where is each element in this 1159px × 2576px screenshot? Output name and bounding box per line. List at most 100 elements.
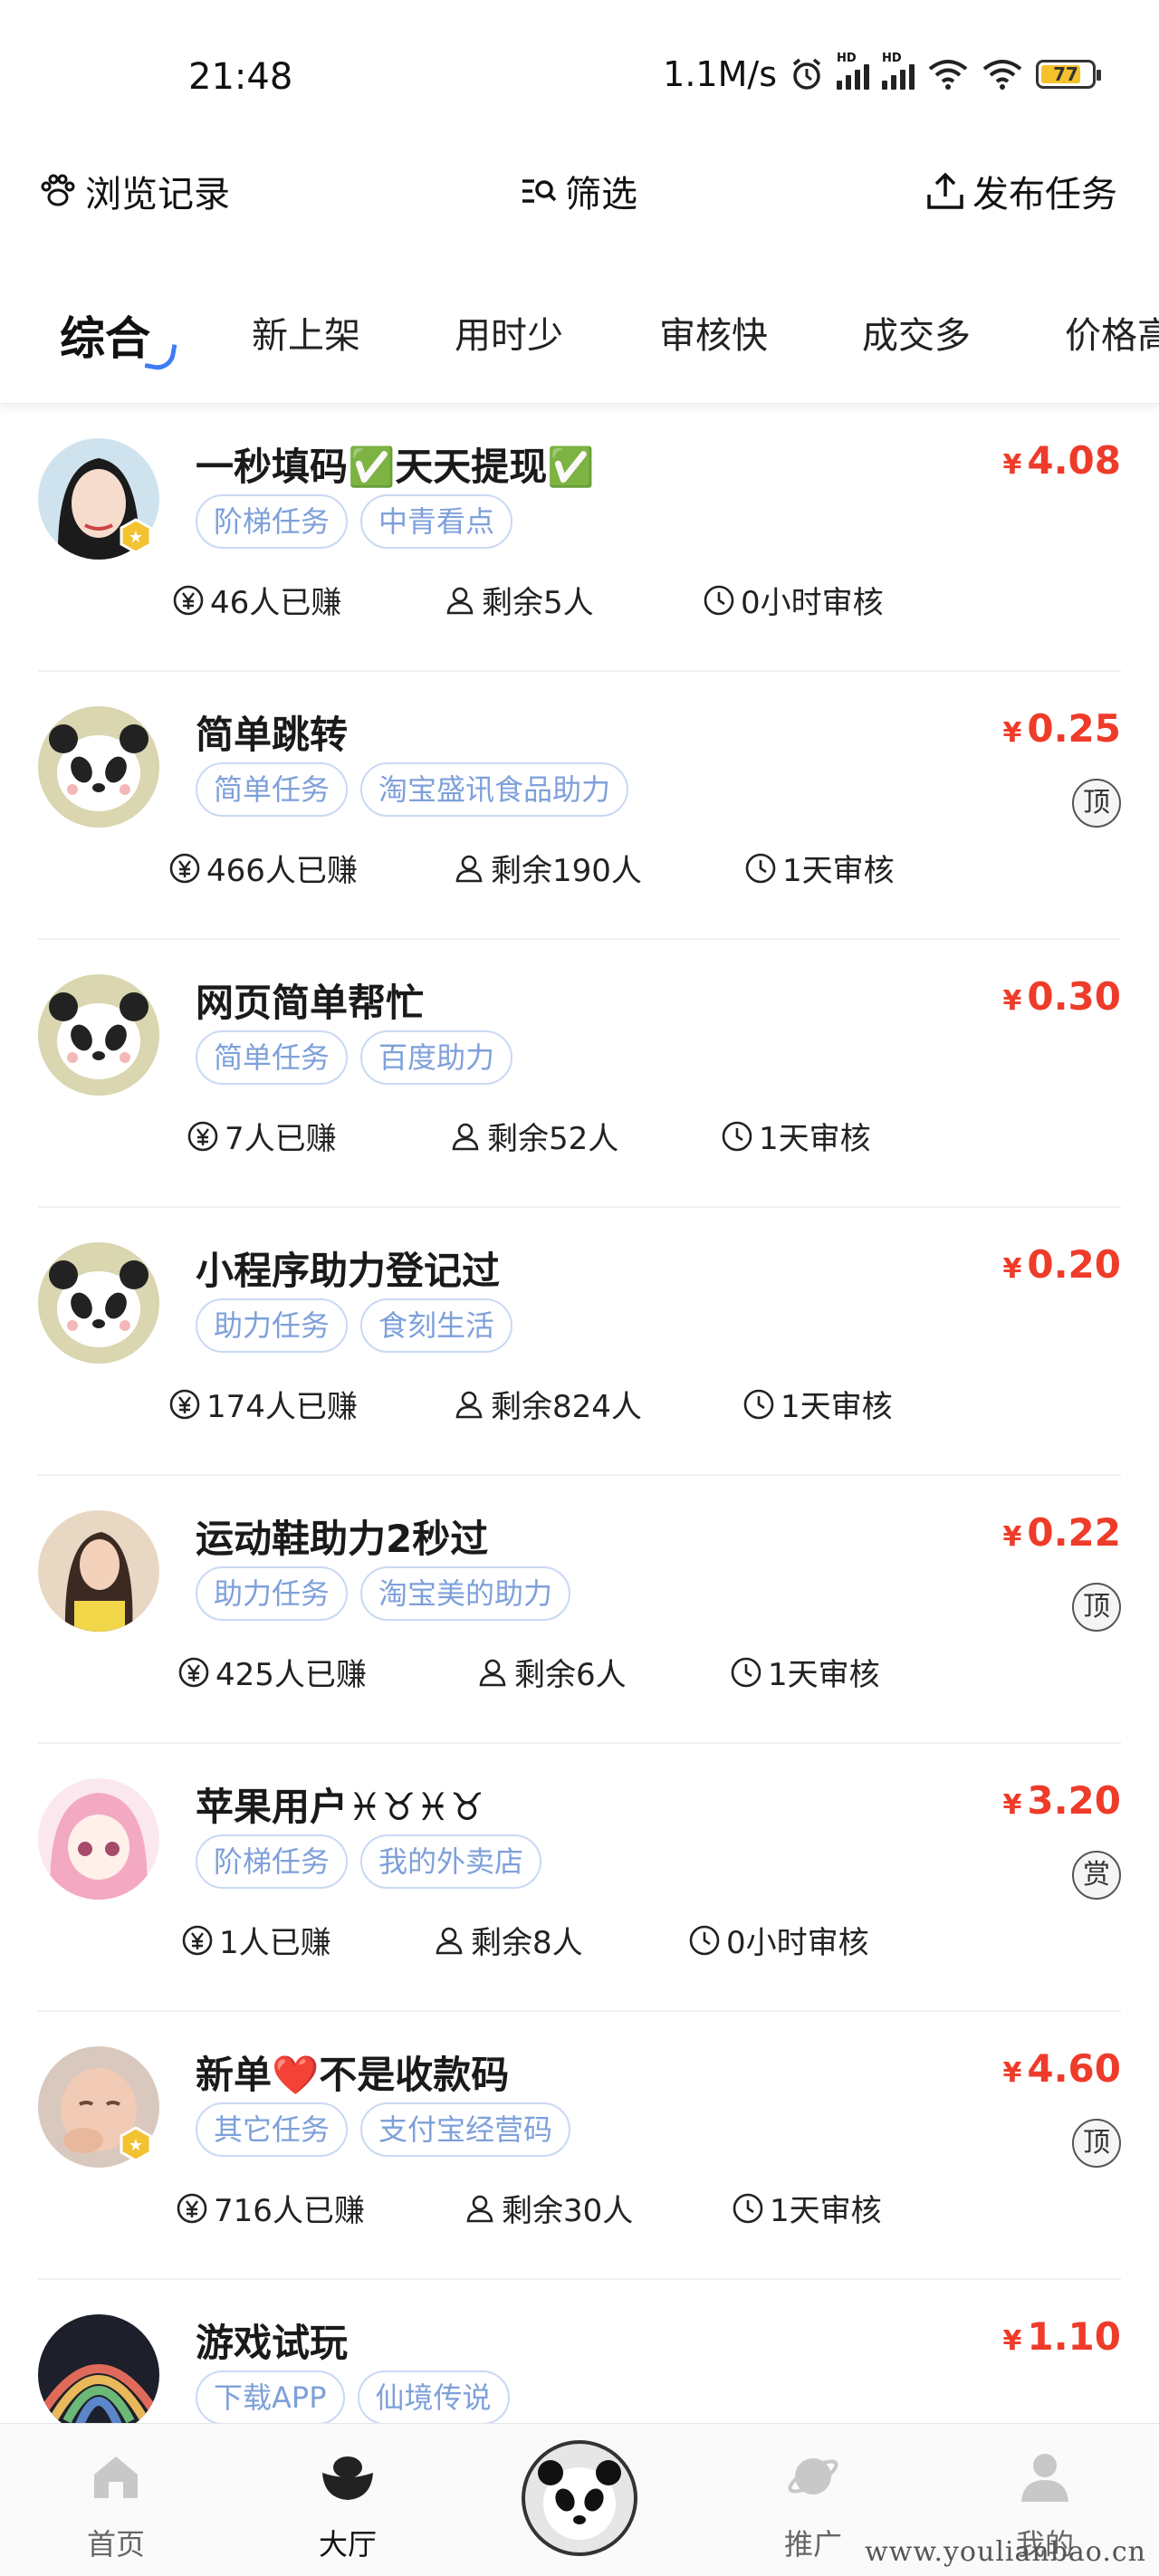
nav-center-panda-button[interactable]	[522, 2440, 637, 2556]
remaining-count: 剩余190人	[491, 853, 642, 889]
task-avatar	[38, 974, 159, 1096]
alarm-icon	[792, 58, 821, 90]
task-item[interactable]: 游戏试玩 ¥1.10 下载APP 仙境传说	[38, 2280, 1121, 2423]
tab-less-time[interactable]: 用时少	[455, 306, 563, 359]
task-item[interactable]: ★ 新单❤️不是收款码 ¥4.60 其它任务 支付宝经营码 顶 716人已赚 剩余30人 1天审…	[38, 2012, 1121, 2280]
remaining-stat: 剩余6人	[476, 1650, 627, 1694]
task-tags: 助力任务 淘宝美的助力	[196, 1566, 571, 1621]
review-stat: 1天审核	[732, 2186, 882, 2230]
task-tags: 阶梯任务 中青看点	[196, 494, 513, 549]
review-time: 1天审核	[782, 853, 895, 889]
sort-tabs: 综合 新上架 用时少 审核快 成交多 价格高	[0, 290, 1159, 404]
yuan-symbol: ¥	[1002, 2325, 1022, 2357]
task-tag: 我的外卖店	[360, 1834, 542, 1889]
task-tags: 下载APP 仙境传说	[196, 2370, 510, 2423]
browse-history-button[interactable]: 浏览记录	[38, 165, 230, 217]
tab-price-high[interactable]: 价格高	[1065, 306, 1159, 359]
task-price: ¥4.08	[1002, 438, 1121, 483]
task-tag: 中青看点	[360, 494, 513, 549]
remaining-stat: 剩余5人	[444, 578, 594, 622]
task-tag: 下载APP	[196, 2370, 345, 2423]
task-title: 新单❤️不是收款码	[196, 2053, 510, 2097]
earned-stat: 716人已赚	[176, 2186, 365, 2230]
upload-icon	[927, 172, 963, 209]
earned-stat: 7人已赚	[187, 1114, 337, 1158]
task-tag: 淘宝盛讯食品助力	[360, 762, 629, 817]
task-stats: 425人已赚 剩余6人 1天审核	[38, 1650, 1121, 1695]
remaining-count: 剩余30人	[502, 2193, 634, 2229]
earned-count: 466人已赚	[206, 853, 358, 889]
task-price-value: 3.20	[1027, 1778, 1121, 1823]
vip-badge-icon: ★	[118, 518, 154, 554]
task-price: ¥0.25	[1002, 706, 1121, 751]
tab-most-deals[interactable]: 成交多	[862, 306, 971, 359]
person-icon	[446, 587, 474, 614]
task-price: ¥0.30	[1002, 974, 1121, 1019]
yuan-symbol: ¥	[1002, 1253, 1022, 1285]
task-mark-badge: 顶	[1072, 1583, 1121, 1632]
review-time: 1天审核	[768, 1657, 880, 1693]
task-item[interactable]: 网页简单帮忙 ¥0.30 简单任务 百度助力 7人已赚 剩余52人 1天审核	[38, 940, 1121, 1208]
task-avatar	[38, 1510, 159, 1632]
task-avatar	[38, 1778, 159, 1900]
wifi-icon-2	[982, 60, 1022, 90]
task-price-value: 4.60	[1027, 2046, 1121, 2091]
status-time: 21:48	[188, 56, 293, 98]
task-stats: 7人已赚 剩余52人 1天审核	[38, 1114, 1121, 1159]
earned-stat: 466人已赚	[168, 846, 358, 890]
task-stats: 174人已赚 剩余824人 1天审核	[38, 1382, 1121, 1427]
clock-icon	[689, 1925, 720, 1955]
task-item[interactable]: 小程序助力登记过 ¥0.20 助力任务 食刻生活 174人已赚 剩余824人 1天审核	[38, 1208, 1121, 1476]
watermark-text: www.youlianbao.cn	[864, 2536, 1146, 2568]
task-item[interactable]: 简单跳转 ¥0.25 简单任务 淘宝盛讯食品助力 顶 466人已赚 剩余190人 1天审核	[38, 672, 1121, 940]
person-icon	[452, 1123, 479, 1150]
filter-button[interactable]: 筛选	[520, 165, 637, 217]
task-item[interactable]: 运动鞋助力2秒过 ¥0.22 助力任务 淘宝美的助力 顶 425人已赚 剩余6人 1天审核	[38, 1476, 1121, 1744]
planet-icon	[788, 2458, 838, 2495]
publish-task-button[interactable]: 发布任务	[925, 165, 1117, 217]
tab-comprehensive[interactable]: 综合	[60, 302, 150, 368]
task-tag: 百度助力	[360, 1030, 513, 1085]
task-tag: 助力任务	[196, 1298, 349, 1353]
task-tags: 其它任务 支付宝经营码	[196, 2102, 571, 2157]
task-price-value: 0.30	[1027, 974, 1121, 1019]
paw-icon	[41, 174, 75, 206]
tab-new[interactable]: 新上架	[252, 306, 360, 359]
tab-fast-review[interactable]: 审核快	[659, 306, 768, 359]
clock-icon	[743, 1389, 774, 1419]
task-price: ¥4.60	[1002, 2046, 1121, 2091]
review-time: 1天审核	[770, 2193, 882, 2229]
earned-stat: 174人已赚	[168, 1382, 358, 1426]
task-tag: 淘宝美的助力	[360, 1566, 571, 1621]
task-stats: 466人已赚 剩余190人 1天审核	[38, 846, 1121, 891]
remaining-count: 剩余8人	[471, 1925, 583, 1961]
yuan-symbol: ¥	[1002, 1521, 1022, 1553]
yuan-coin-icon	[173, 585, 204, 615]
task-price: ¥3.20	[1002, 1778, 1121, 1823]
svg-text:★: ★	[129, 2136, 143, 2155]
task-avatar	[38, 1242, 159, 1364]
filter-label: 筛选	[565, 174, 637, 215]
task-list: ★ 一秒填码✅天天提现✅ ¥4.08 阶梯任务 中青看点 46人已赚 剩余5人 0小时审核 简单…	[0, 404, 1159, 2423]
yuan-symbol: ¥	[1002, 717, 1022, 749]
earned-stat: 425人已赚	[177, 1650, 367, 1694]
earned-count: 425人已赚	[216, 1657, 367, 1693]
yuan-symbol: ¥	[1002, 1789, 1022, 1821]
person-icon	[479, 1659, 506, 1686]
task-tags: 简单任务 百度助力	[196, 1030, 513, 1085]
top-action-bar: 浏览记录 筛选 发布任务	[0, 154, 1159, 254]
task-tag: 简单任务	[196, 1030, 349, 1085]
review-time: 0小时审核	[741, 585, 884, 621]
task-mark-badge: 顶	[1072, 2119, 1121, 2168]
task-tag: 简单任务	[196, 762, 349, 817]
task-mark-badge: 赏	[1072, 1851, 1121, 1900]
review-stat: 0小时审核	[703, 578, 884, 622]
task-item[interactable]: 苹果用户♓♉♓♉ ¥3.20 阶梯任务 我的外卖店 赏 1人已赚 剩余8人 0小时审核	[38, 1744, 1121, 2012]
task-title: 一秒填码✅天天提现✅	[196, 445, 595, 489]
remaining-stat: 剩余52人	[449, 1114, 618, 1158]
nav-home-label: 首页	[86, 2527, 145, 2562]
task-price-value: 0.22	[1027, 1510, 1121, 1555]
task-item[interactable]: ★ 一秒填码✅天天提现✅ ¥4.08 阶梯任务 中青看点 46人已赚 剩余5人 0小时审核	[38, 404, 1121, 672]
task-price: ¥0.22	[1002, 1510, 1121, 1555]
panda-icon	[538, 2460, 621, 2540]
